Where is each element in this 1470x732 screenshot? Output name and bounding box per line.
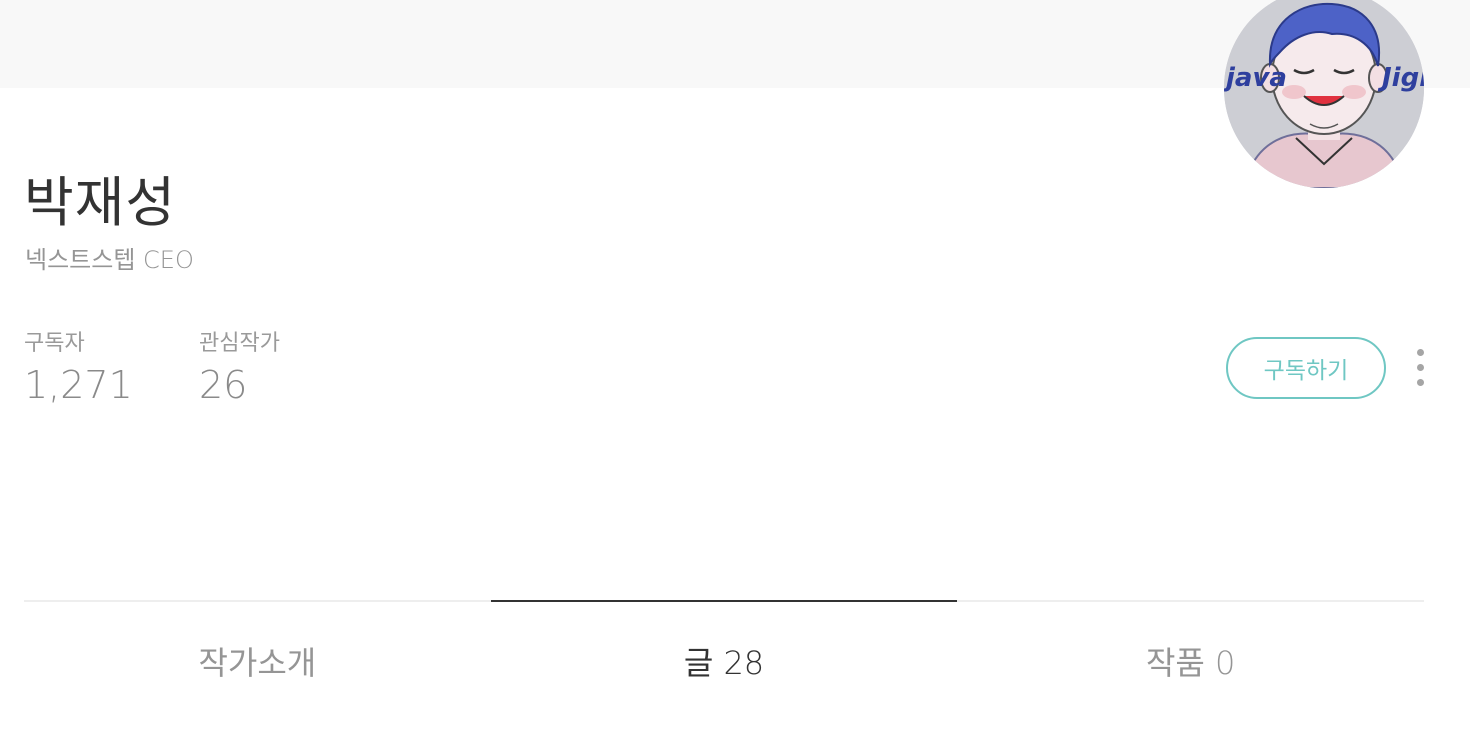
svg-text:java: java <box>1224 63 1287 93</box>
tab-author-intro[interactable]: 작가소개 <box>24 602 491 702</box>
author-name: 박재성 <box>24 171 177 234</box>
following-label: 관심작가 <box>199 331 280 356</box>
tab-works[interactable]: 작품 0 <box>957 602 1424 702</box>
svg-text:Jigi: Jigi <box>1377 63 1424 93</box>
subscriber-stat[interactable]: 구독자 1,271 <box>24 325 133 407</box>
author-job-title: 넥스트스텝 CEO <box>25 246 194 274</box>
subscribe-button[interactable]: 구독하기 <box>1226 337 1386 399</box>
subscriber-label: 구독자 <box>24 331 85 356</box>
following-stat[interactable]: 관심작가 26 <box>199 325 280 407</box>
avatar-illustration: java Jigi <box>1224 0 1424 188</box>
tab-posts[interactable]: 글 28 <box>490 600 958 702</box>
more-options-button[interactable] <box>1404 346 1438 388</box>
profile-tabs: 작가소개 글 28 작품 0 <box>24 600 1424 702</box>
more-vertical-icon-dot <box>1417 379 1424 386</box>
more-vertical-icon-dot <box>1417 364 1424 371</box>
more-vertical-icon <box>1417 349 1424 356</box>
subscriber-count: 1,271 <box>24 363 133 407</box>
following-count: 26 <box>199 363 248 407</box>
author-avatar[interactable]: java Jigi <box>1224 0 1424 188</box>
